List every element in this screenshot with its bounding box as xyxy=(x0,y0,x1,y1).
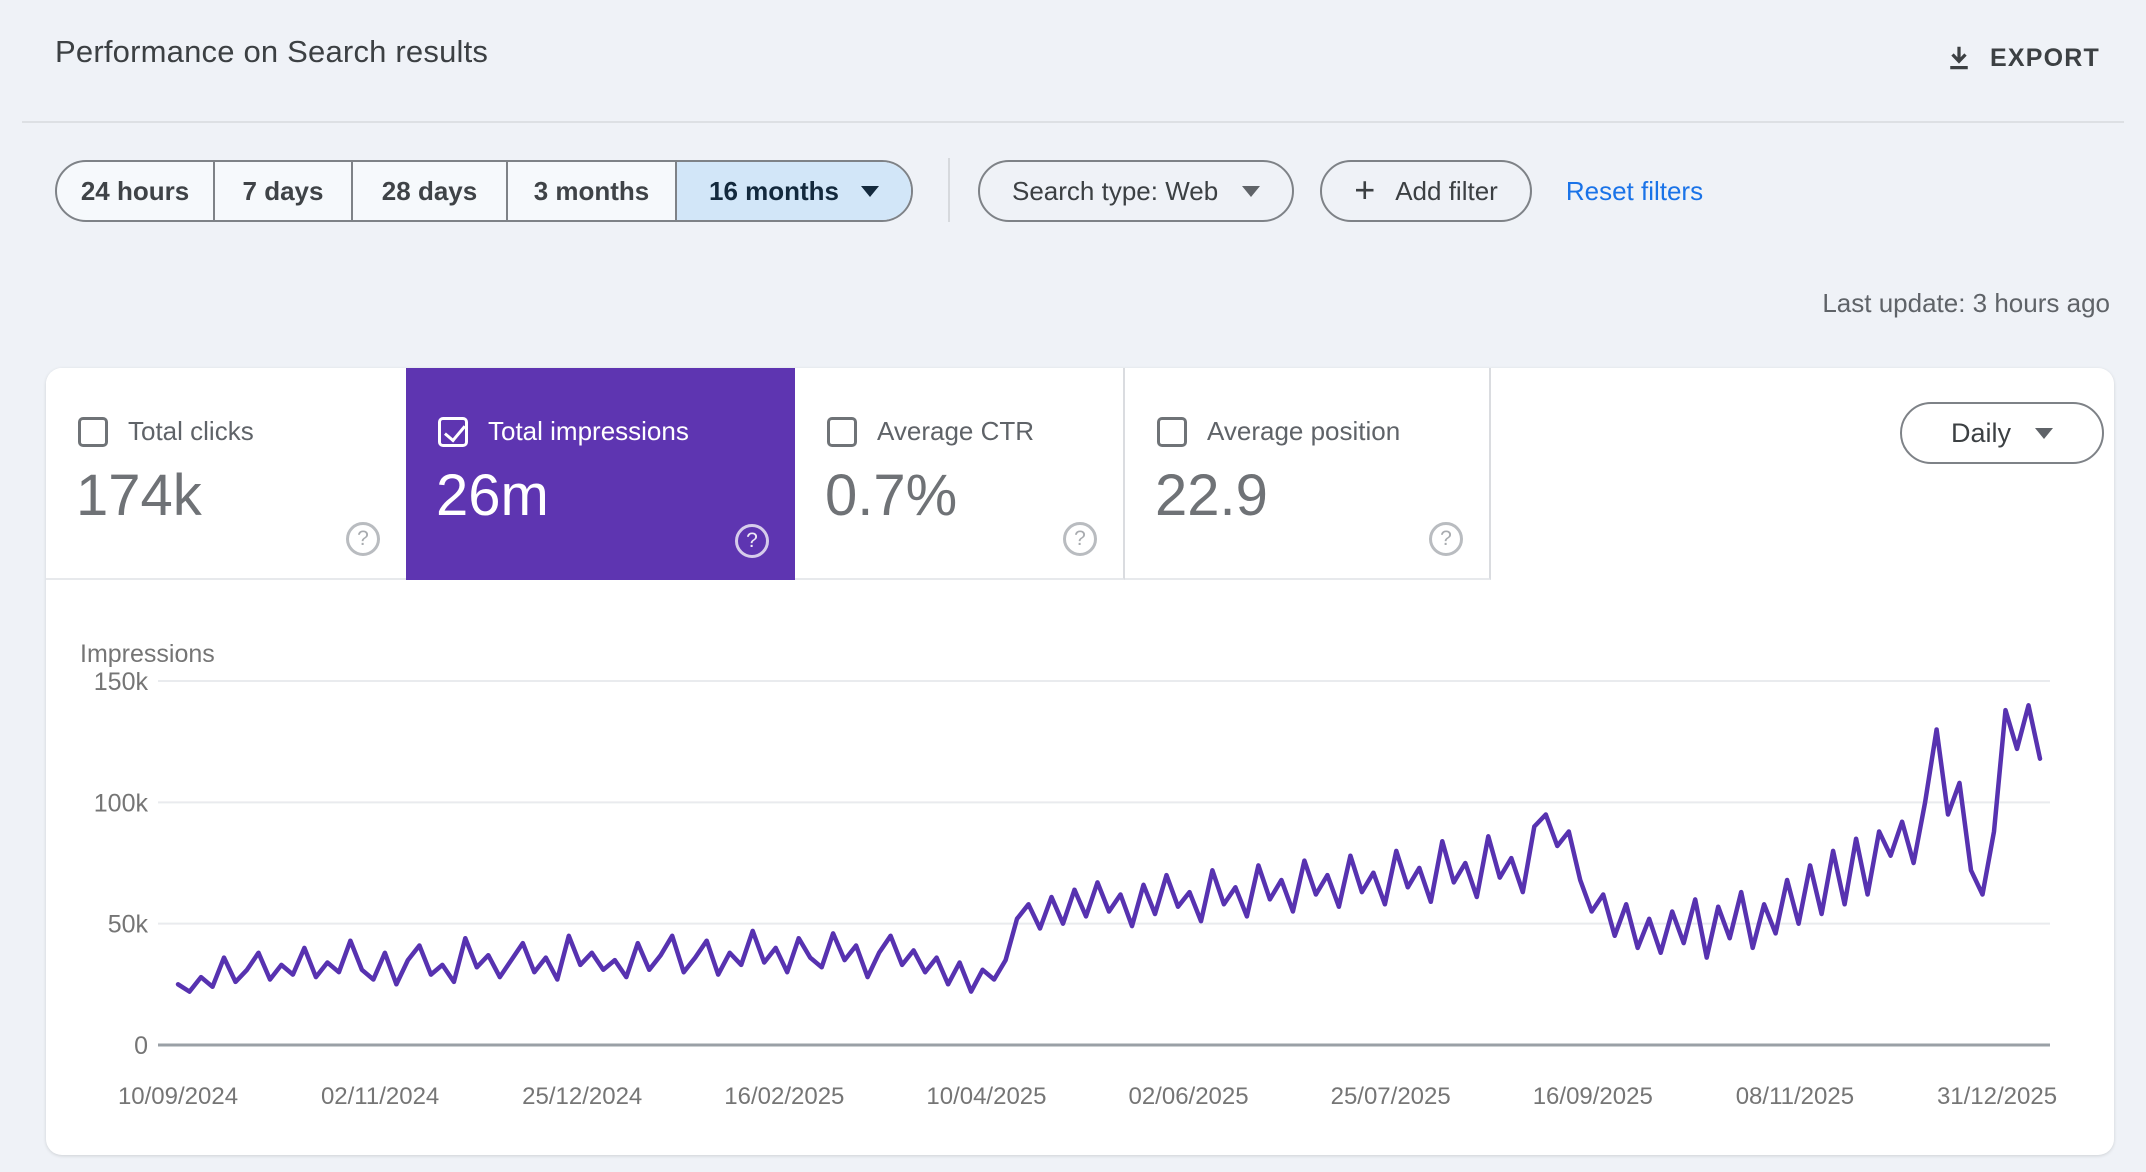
help-icon[interactable]: ? xyxy=(346,522,380,556)
total-clicks-checkbox[interactable] xyxy=(78,416,108,447)
search-type-label: Search type: Web xyxy=(1012,175,1219,206)
impressions-chart[interactable]: Impressions xyxy=(46,580,2114,1155)
export-label: EXPORT xyxy=(1990,43,2100,72)
add-filter-label: Add filter xyxy=(1395,175,1498,206)
help-icon[interactable]: ? xyxy=(1063,522,1097,556)
range-chip-3-months[interactable]: 3 months xyxy=(506,162,675,220)
metric-card-average-position[interactable]: Average position 22.9 ? xyxy=(1125,368,1491,580)
range-chip-label: 3 months xyxy=(533,175,650,206)
range-chip-label: 7 days xyxy=(242,175,324,206)
range-chip-label: 28 days xyxy=(381,175,478,206)
metric-label: Average CTR xyxy=(877,416,1035,446)
metric-card-average-ctr[interactable]: Average CTR 0.7% ? xyxy=(795,368,1125,580)
filters-group: Search type: Web + Add filter Reset filt… xyxy=(978,160,1703,222)
range-chip-label: 16 months xyxy=(708,175,840,206)
metric-card-total-impressions[interactable]: Total impressions 26m ? xyxy=(406,368,795,580)
export-button[interactable]: EXPORT xyxy=(1938,42,2106,74)
total-impressions-checkbox[interactable] xyxy=(438,416,468,447)
average-position-checkbox[interactable] xyxy=(1157,416,1187,447)
help-icon[interactable]: ? xyxy=(1429,522,1463,556)
reset-filters-link[interactable]: Reset filters xyxy=(1566,176,1703,207)
range-chip-28-days[interactable]: 28 days xyxy=(351,162,506,220)
header-divider xyxy=(22,121,2124,123)
range-chip-label: 24 hours xyxy=(80,175,190,206)
metric-label: Total impressions xyxy=(488,416,689,446)
chevron-down-icon xyxy=(1242,185,1261,197)
help-icon[interactable]: ? xyxy=(735,524,769,558)
chevron-down-icon xyxy=(861,185,880,197)
plus-icon: + xyxy=(1354,168,1376,210)
range-chip-7-days[interactable]: 7 days xyxy=(213,162,351,220)
range-chip-16-months-selected[interactable]: 16 months xyxy=(675,162,911,220)
range-chip-24-hours[interactable]: 24 hours xyxy=(57,162,213,220)
performance-card: Total clicks 174k ? Total impressions 26… xyxy=(46,368,2114,1155)
metric-value: 26m xyxy=(436,463,549,528)
download-icon xyxy=(1950,46,1968,70)
metric-label: Total clicks xyxy=(128,416,254,446)
metric-label: Average position xyxy=(1207,416,1401,446)
date-range-segmented-control: 24 hours 7 days 28 days 3 months 16 mont… xyxy=(55,160,913,222)
metric-value: 0.7% xyxy=(825,463,958,528)
toolbar-divider xyxy=(948,158,950,222)
granularity-dropdown[interactable]: Daily xyxy=(1900,402,2104,464)
page-title: Performance on Search results xyxy=(55,34,489,69)
chevron-down-icon xyxy=(2035,427,2053,439)
y-axis-title: Impressions xyxy=(80,640,215,668)
granularity-label: Daily xyxy=(1950,417,2011,448)
last-update-text: Last update: 3 hours ago xyxy=(1822,288,2110,318)
average-ctr-checkbox[interactable] xyxy=(827,416,857,447)
metric-value: 22.9 xyxy=(1155,463,1268,528)
metric-card-total-clicks[interactable]: Total clicks 174k ? xyxy=(46,368,406,580)
search-type-dropdown[interactable]: Search type: Web xyxy=(978,160,1295,222)
metric-value: 174k xyxy=(76,463,202,528)
add-filter-button[interactable]: + Add filter xyxy=(1320,160,1532,222)
